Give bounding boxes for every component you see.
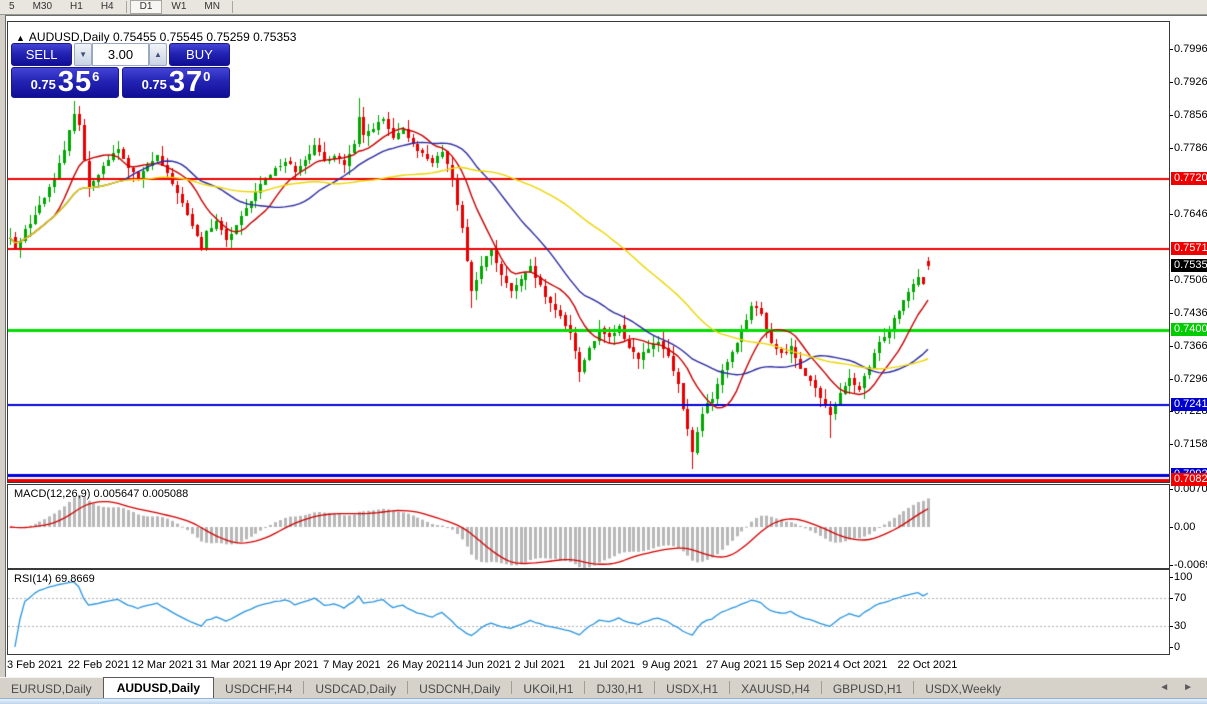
price-axis-tick: 0.77860 <box>1170 142 1207 154</box>
date-axis-label: 3 Feb 2021 <box>7 659 63 671</box>
price-axis-tick: 0.72960 <box>1170 373 1207 385</box>
chart-tab-usdcnh[interactable]: USDCNH,Daily <box>408 679 511 698</box>
macd-axis-tick: 0.00 <box>1169 521 1196 533</box>
price-level-badge: 0.75716 <box>1171 242 1207 255</box>
tab-scroll-right-icon[interactable]: ► <box>1183 682 1193 694</box>
volume-decrease-button[interactable]: ▼ <box>74 43 92 66</box>
rsi-label: RSI(14) 69.8669 <box>14 573 95 585</box>
date-axis-label: 4 Oct 2021 <box>833 659 888 671</box>
tab-scroll-left-icon[interactable]: ◄ <box>1159 682 1169 694</box>
chart-tab-ukoil[interactable]: UKOil,H1 <box>512 679 584 698</box>
chart-tab-xauusd[interactable]: XAUUSD,H4 <box>730 679 821 698</box>
date-axis-label: 26 May 2021 <box>386 659 451 671</box>
price-level-badge: 0.72411 <box>1171 397 1207 411</box>
date-axis-label: 15 Sep 2021 <box>769 659 833 671</box>
buy-price-prefix: 0.75 <box>141 77 167 92</box>
buy-price-pip-digit: 0 <box>203 69 211 84</box>
rsi-axis-tick: 0 <box>1169 641 1181 653</box>
sell-price-prefix: 0.75 <box>30 77 56 92</box>
chevron-down-icon: ▼ <box>79 50 88 59</box>
date-axis-label: 14 Jun 2021 <box>450 659 512 671</box>
date-axis-label: 12 Mar 2021 <box>131 659 194 671</box>
timeframe-button-mn[interactable]: MN <box>195 0 229 14</box>
sell-button[interactable]: SELL <box>11 43 73 66</box>
chart-tab-usdx[interactable]: USDX,H1 <box>655 679 729 698</box>
status-strip <box>0 698 1207 704</box>
price-axis-tick: 0.79960 <box>1170 43 1207 55</box>
rsi-axis-tick: 100 <box>1169 571 1193 583</box>
price-axis-tick: 0.74360 <box>1170 307 1207 319</box>
rsi-axis-tick: 70 <box>1169 592 1187 604</box>
date-axis-label: 19 Apr 2021 <box>259 659 319 671</box>
tab-scroll-controls: ◄ ► <box>1159 682 1193 694</box>
price-axis-tick: 0.79260 <box>1170 76 1207 88</box>
date-axis-label: 22 Oct 2021 <box>897 659 958 671</box>
chart-tab-audusd[interactable]: AUDUSD,Daily <box>102 677 215 698</box>
price-level-badge: 0.75353 <box>1171 259 1207 273</box>
date-axis[interactable]: 3 Feb 2021 22 Feb 2021 12 Mar 2021 31 Mar 2… <box>7 656 1170 676</box>
price-axis-tick: 0.75060 <box>1170 274 1207 286</box>
date-axis-label: 2 Jul 2021 <box>514 659 566 671</box>
price-axis-tick: 0.76460 <box>1170 208 1207 220</box>
timeframe-button-m30[interactable]: M30 <box>24 0 61 14</box>
timeframe-button-d1[interactable]: D1 <box>129 0 163 14</box>
buy-button[interactable]: BUY <box>168 43 230 66</box>
toolbar-separator <box>125 1 127 13</box>
chevron-up-icon: ▲ <box>153 50 162 59</box>
main-price-pane[interactable]: ▲ AUDUSD,Daily 0.75455 0.75545 0.75259 0.… <box>7 21 1170 483</box>
sell-price-big-digits: 35 <box>57 66 93 98</box>
toolbar-separator <box>231 1 233 13</box>
macd-pane[interactable]: MACD(12,26,9) 0.005647 0.005088 <box>7 484 1170 569</box>
price-axis[interactable]: 0.79960 0.79260 0.78560 0.77860 0.76460 0.750… <box>1169 16 1207 656</box>
macd-axis-tick: -0.006927 <box>1170 559 1207 571</box>
rsi-canvas[interactable] <box>8 570 1169 654</box>
volume-input[interactable] <box>92 43 149 66</box>
chart-ohlc-values: 0.75455 0.75545 0.75259 0.75353 <box>112 30 297 44</box>
date-axis-label: 9 Aug 2021 <box>642 659 698 671</box>
chart-symbol-label: AUDUSD,Daily <box>28 30 110 44</box>
chart-tab-usdchf[interactable]: USDCHF,H4 <box>214 679 303 698</box>
one-click-trade-panel: SELL ▼ ▲ BUY 0.75 35 6 0.75 37 0 <box>11 43 230 98</box>
price-level-badge: 0.70820 <box>1171 472 1207 486</box>
price-level-badge: 0.77200 <box>1171 172 1207 185</box>
panel-collapse-icon[interactable]: ▲ <box>16 33 25 43</box>
buy-price-button[interactable]: 0.75 37 0 <box>122 67 230 98</box>
timeframe-button-w1[interactable]: W1 <box>162 0 195 14</box>
chart-tab-usdx[interactable]: USDX,Weekly <box>914 679 1012 698</box>
timeframe-button-h1[interactable]: H1 <box>61 0 92 14</box>
timeframe-button-h4[interactable]: H4 <box>92 0 123 14</box>
chart-title: ▲ AUDUSD,Daily 0.75455 0.75545 0.75259 0.… <box>16 30 296 44</box>
volume-increase-button[interactable]: ▲ <box>149 43 167 66</box>
sell-price-button[interactable]: 0.75 35 6 <box>11 67 119 98</box>
rsi-axis-tick: 30 <box>1169 620 1187 632</box>
buy-price-big-digits: 37 <box>168 66 204 98</box>
macd-label: MACD(12,26,9) 0.005647 0.005088 <box>14 488 189 500</box>
timeframe-toolbar: 5 M30 H1 H4 D1 W1 MN <box>0 0 1207 15</box>
chart-tab-dj30[interactable]: DJ30,H1 <box>585 679 654 698</box>
chart-tab-gbpusd[interactable]: GBPUSD,H1 <box>822 679 913 698</box>
chart-tab-eurusd[interactable]: EURUSD,Daily <box>0 679 103 698</box>
price-axis-tick: 0.71580 <box>1170 438 1207 450</box>
timeframe-button-5[interactable]: 5 <box>0 0 24 14</box>
chart-tab-bar: EURUSD,Daily AUDUSD,Daily USDCHF,H4 USDCAD,… <box>0 677 1207 698</box>
date-axis-label: 7 May 2021 <box>323 659 381 671</box>
date-axis-label: 27 Aug 2021 <box>705 659 768 671</box>
date-axis-label: 31 Mar 2021 <box>195 659 258 671</box>
date-axis-label: 22 Feb 2021 <box>67 659 130 671</box>
sell-price-pip-digit: 6 <box>92 69 100 84</box>
chart-window: ▲ AUDUSD,Daily 0.75455 0.75545 0.75259 0.… <box>5 15 1207 677</box>
rsi-pane[interactable]: RSI(14) 69.8669 <box>7 569 1170 655</box>
price-level-badge: 0.74007 <box>1171 322 1207 336</box>
chart-tab-usdcad[interactable]: USDCAD,Daily <box>304 679 407 698</box>
date-axis-label: 21 Jul 2021 <box>578 659 636 671</box>
price-axis-tick: 0.78560 <box>1170 109 1207 121</box>
price-axis-tick: 0.73660 <box>1170 340 1207 352</box>
